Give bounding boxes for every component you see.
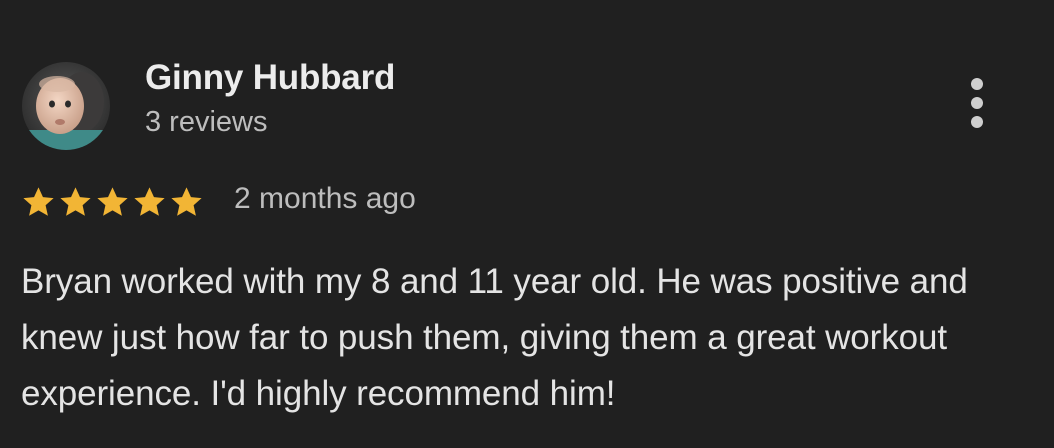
reviewer-name[interactable]: Ginny Hubbard (145, 58, 395, 98)
more-vertical-icon (971, 78, 983, 128)
star-rating (20, 182, 205, 222)
avatar-photo (22, 62, 110, 150)
review-card: Ginny Hubbard 3 reviews 2 months ago Bry… (0, 0, 1054, 448)
more-options-button[interactable] (950, 70, 1004, 136)
star-icon (94, 184, 131, 221)
review-text: Bryan worked with my 8 and 11 year old. … (21, 262, 968, 413)
reviewer-avatar[interactable] (22, 62, 110, 150)
star-icon (168, 184, 205, 221)
star-icon (131, 184, 168, 221)
review-date: 2 months ago (234, 182, 416, 215)
star-icon (57, 184, 94, 221)
star-icon (20, 184, 57, 221)
review-count: 3 reviews (145, 106, 268, 138)
